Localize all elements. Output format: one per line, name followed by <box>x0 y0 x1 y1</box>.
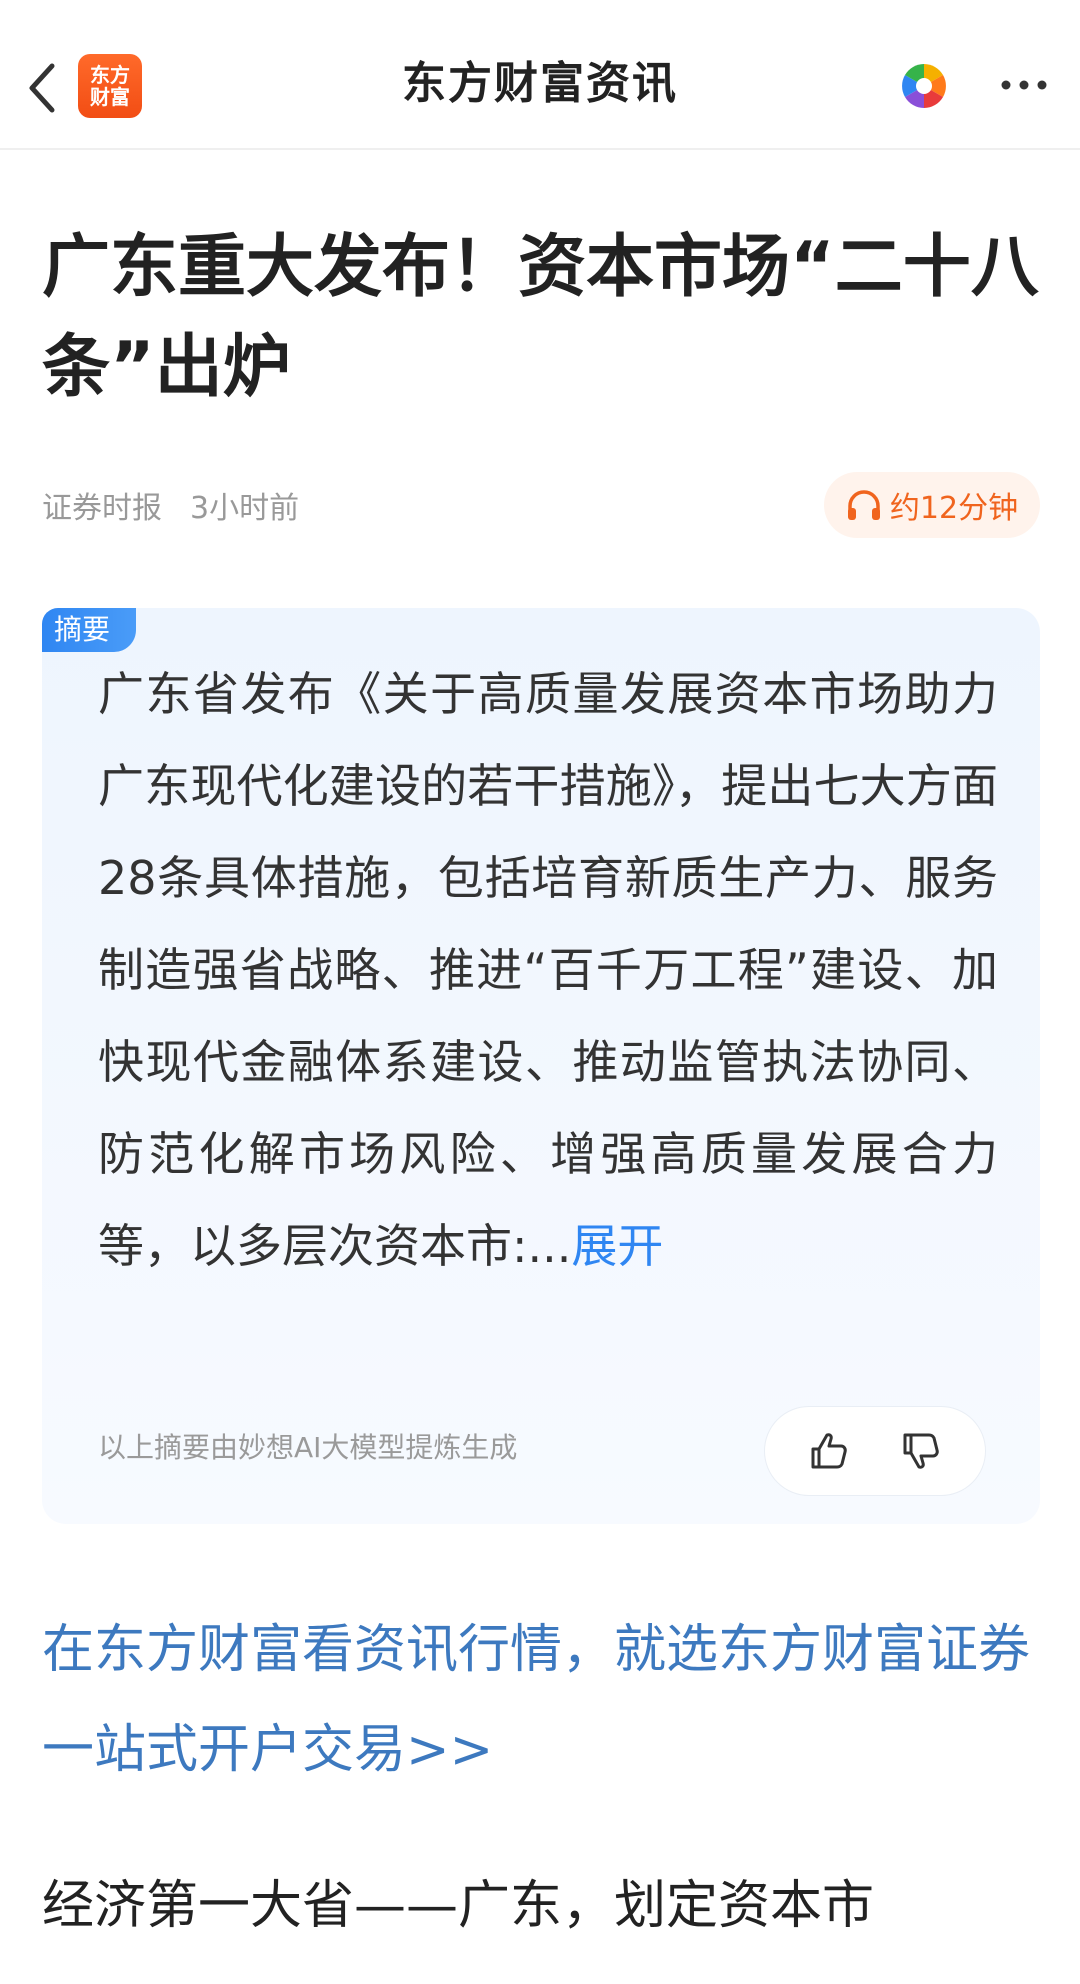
article-meta: 证券时报 3小时前 <box>42 480 299 530</box>
article-body: 经济第一大省——广东，划定资本市 <box>42 1856 1042 1956</box>
article-source[interactable]: 证券时报 <box>42 483 162 527</box>
summary-text: 广东省发布《关于高质量发展资本市场助力广东现代化建设的若干措施》，提出七大方面2… <box>98 648 998 1292</box>
article-title: 广东重大发布！资本市场“二十八条”出炉 <box>42 228 1039 407</box>
summary-expand-link[interactable]: 展开 <box>571 1219 663 1273</box>
aperture-icon[interactable] <box>900 62 948 110</box>
article-time: 3小时前 <box>190 491 300 526</box>
feedback-box <box>764 1406 986 1496</box>
headphones-icon <box>847 490 880 520</box>
top-nav-bar: 东方 财富 东方财富资讯 <box>0 0 1080 150</box>
listen-duration: 约12分钟 <box>889 491 1019 526</box>
article-paragraph: 经济第一大省——广东，划定资本市 <box>42 1876 875 1936</box>
listen-button[interactable]: 约12分钟 <box>824 472 1040 538</box>
thumbs-up-button[interactable] <box>794 1416 864 1486</box>
summary-card: 摘要 广东省发布《关于高质量发展资本市场助力广东现代化建设的若干措施》，提出七大… <box>42 608 1040 1524</box>
more-dots-icon <box>1001 80 1047 90</box>
thumbs-up-icon <box>811 1433 847 1469</box>
thumbs-down-icon <box>903 1433 939 1469</box>
summary-ai-note: 以上摘要由妙想AI大模型提炼生成 <box>98 1431 518 1464</box>
promo-open-account-link[interactable]: 在东方财富看资讯行情，就选东方财富证券一站式开户交易>> <box>42 1600 1042 1800</box>
summary-body: 广东省发布《关于高质量发展资本市场助力广东现代化建设的若干措施》，提出七大方面2… <box>98 667 998 1273</box>
thumbs-down-button[interactable] <box>886 1416 956 1486</box>
summary-tag: 摘要 <box>42 608 136 652</box>
more-options-button[interactable] <box>994 60 1054 110</box>
